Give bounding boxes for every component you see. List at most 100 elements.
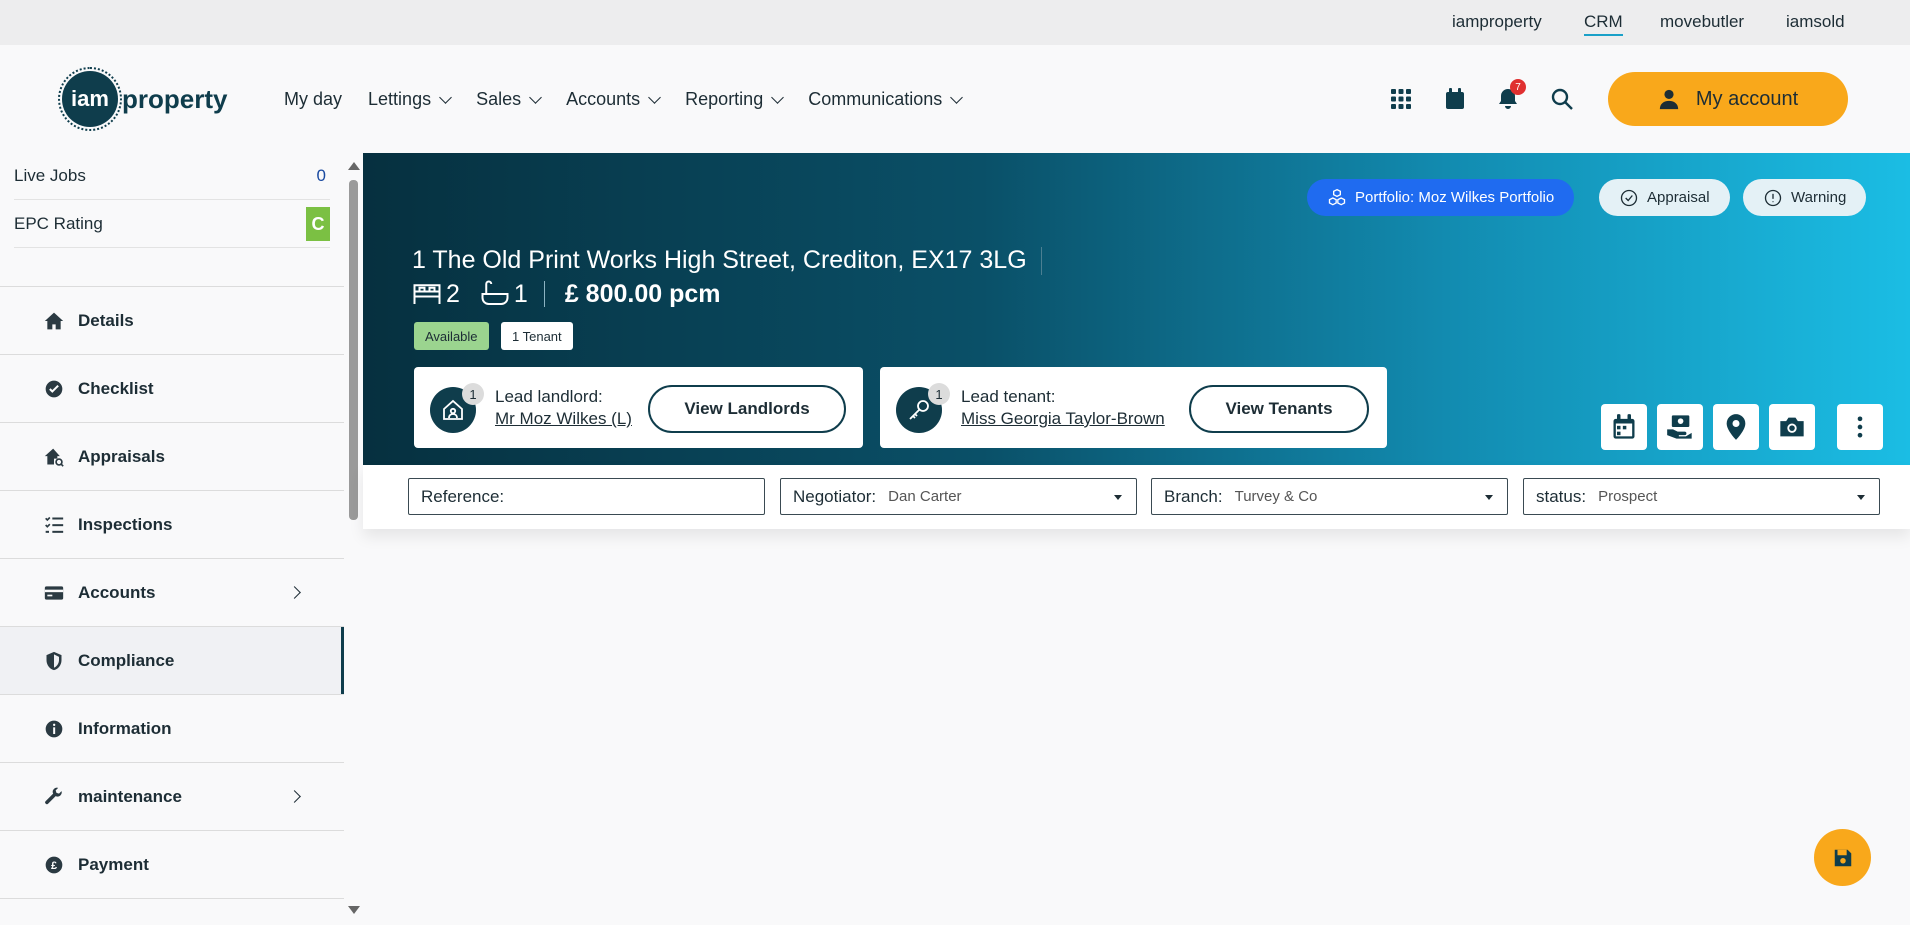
brand-link-crm[interactable]: CRM	[1584, 12, 1623, 36]
caret-down-icon	[1857, 495, 1865, 500]
sidebar-item-checklist[interactable]: Checklist	[0, 354, 344, 422]
calendar-icon[interactable]	[1441, 85, 1469, 113]
brand-link-iamproperty[interactable]: iamproperty	[1452, 12, 1542, 32]
chevron-down-icon	[648, 90, 662, 104]
nav-label: Lettings	[368, 89, 432, 109]
portfolio-pill[interactable]: Portfolio: Moz Wilkes Portfolio	[1307, 179, 1575, 216]
nav-label: Sales	[476, 89, 522, 109]
branch-value: Turvey & Co	[1234, 488, 1318, 505]
sidebar-item-label: Compliance	[78, 650, 175, 670]
brand-link-iamsold[interactable]: iamsold	[1786, 12, 1845, 32]
landlord-count-badge: 1	[462, 383, 484, 405]
sidebar-item-label: Accounts	[78, 582, 156, 602]
sidebar-item-maintenance[interactable]: maintenance	[0, 762, 344, 830]
status-select[interactable]: status: Prospect	[1523, 478, 1880, 515]
camera-icon[interactable]	[1769, 404, 1815, 450]
address-text: 1 The Old Print Works High Street, Credi…	[412, 246, 1027, 274]
brand-link-movebutler[interactable]: movebutler	[1660, 12, 1744, 32]
live-jobs-stat[interactable]: Live Jobs 0	[14, 153, 330, 200]
sidebar-item-label: Appraisals	[78, 446, 165, 466]
house-search-icon	[44, 448, 64, 467]
svg-text:£: £	[51, 860, 57, 872]
notification-count-badge: 7	[1510, 79, 1526, 95]
warning-pill[interactable]: Warning	[1743, 179, 1867, 216]
calendar-icon[interactable]	[1601, 404, 1647, 450]
sidebar-item-partial[interactable]	[0, 898, 344, 925]
logo-word: property	[122, 83, 228, 114]
sidebar-item-label: Payment	[78, 854, 149, 874]
view-tenants-button[interactable]: View Tenants	[1189, 385, 1369, 433]
bath-icon	[481, 280, 509, 305]
lead-tenant-name-link[interactable]: Miss Georgia Taylor-Brown	[961, 409, 1165, 429]
lead-landlord-card: 1 Lead landlord: Mr Moz Wilkes (L) View …	[414, 367, 863, 448]
nav-communications[interactable]: Communications	[808, 89, 964, 110]
appraisal-label: Appraisal	[1647, 189, 1710, 206]
logo-mark: iam	[58, 67, 122, 131]
chevron-down-icon	[950, 90, 964, 104]
save-button[interactable]	[1814, 829, 1871, 886]
nav-sales[interactable]: Sales	[476, 89, 542, 110]
view-landlords-button[interactable]: View Landlords	[648, 385, 846, 433]
bathroom-count: 1	[513, 279, 528, 308]
nav-lettings[interactable]: Lettings	[368, 89, 452, 110]
chevron-down-icon	[439, 90, 452, 104]
scroll-up-arrow[interactable]	[348, 162, 360, 170]
sidebar-item-inspections[interactable]: Inspections	[0, 490, 344, 558]
nav-label: Accounts	[566, 89, 641, 109]
epc-rating-stat: EPC Rating C	[14, 201, 330, 248]
lead-tenant-label: Lead tenant:	[961, 387, 1056, 406]
epc-badge: C	[306, 207, 330, 241]
nav-reporting[interactable]: Reporting	[685, 89, 785, 110]
chevron-down-icon	[529, 90, 542, 104]
sidebar-item-information[interactable]: Information	[0, 694, 344, 762]
tenant-count-badge: 1 Tenant	[501, 322, 573, 350]
property-address: 1 The Old Print Works High Street, Credi…	[412, 246, 1042, 276]
negotiator-value: Dan Carter	[888, 488, 962, 505]
rent-price: £ 800.00 pcm	[564, 279, 721, 308]
negotiator-label: Negotiator:	[793, 486, 877, 506]
property-filter-bar: Reference: Negotiator: Dan Carter Branch…	[363, 465, 1910, 529]
logo[interactable]: iam property	[58, 67, 228, 131]
hand-money-icon[interactable]	[1657, 404, 1703, 450]
apps-grid-icon[interactable]	[1387, 85, 1415, 113]
user-icon	[1659, 89, 1679, 110]
sidebar-item-appraisals[interactable]: Appraisals	[0, 422, 344, 490]
sidebar-scrollbar[interactable]	[349, 180, 358, 520]
nav-label: Communications	[808, 89, 943, 109]
divider	[543, 281, 545, 307]
scroll-down-arrow[interactable]	[348, 906, 360, 914]
stat-value: 0	[316, 166, 326, 185]
negotiator-select[interactable]: Negotiator: Dan Carter	[780, 478, 1137, 515]
search-icon[interactable]	[1548, 85, 1576, 113]
my-account-button[interactable]: My account	[1608, 72, 1848, 126]
sidebar-item-compliance[interactable]: Compliance	[0, 626, 344, 695]
lead-landlord-name-link[interactable]: Mr Moz Wilkes (L)	[495, 409, 632, 429]
sidebar-item-payment[interactable]: £ Payment	[0, 830, 344, 898]
home-icon	[44, 312, 64, 329]
my-account-label: My account	[1695, 87, 1799, 110]
caret-down-icon	[1114, 495, 1122, 500]
sidebar-item-details[interactable]: Details	[0, 286, 344, 354]
bell-icon[interactable]: 7	[1494, 79, 1526, 113]
tenant-count-badge-small: 1	[928, 383, 950, 405]
branch-label: Branch:	[1164, 486, 1223, 506]
reference-field[interactable]: Reference:	[408, 478, 765, 515]
nav-my-day[interactable]: My day	[284, 89, 342, 110]
branch-select[interactable]: Branch: Turvey & Co	[1151, 478, 1508, 515]
more-vertical-icon[interactable]	[1837, 404, 1883, 450]
status-label: status:	[1536, 486, 1587, 506]
wrench-icon	[45, 787, 62, 804]
bed-icon	[413, 284, 441, 304]
save-floppy-icon	[1834, 849, 1851, 866]
info-icon	[45, 720, 63, 737]
sidebar-item-label: Checklist	[78, 378, 154, 398]
main-nav: My day Lettings Sales Accounts Reporting…	[284, 89, 964, 110]
chevron-down-icon	[771, 90, 785, 104]
map-pin-icon[interactable]	[1713, 404, 1759, 450]
check-circle-icon	[1620, 189, 1638, 206]
appraisal-pill[interactable]: Appraisal	[1599, 179, 1730, 216]
sidebar-item-accounts[interactable]: Accounts	[0, 558, 344, 626]
nav-accounts[interactable]: Accounts	[566, 89, 662, 110]
sidebar-menu: Details Checklist Appraisals Inspections…	[0, 286, 344, 925]
portfolio-label: Portfolio: Moz Wilkes Portfolio	[1355, 189, 1555, 206]
